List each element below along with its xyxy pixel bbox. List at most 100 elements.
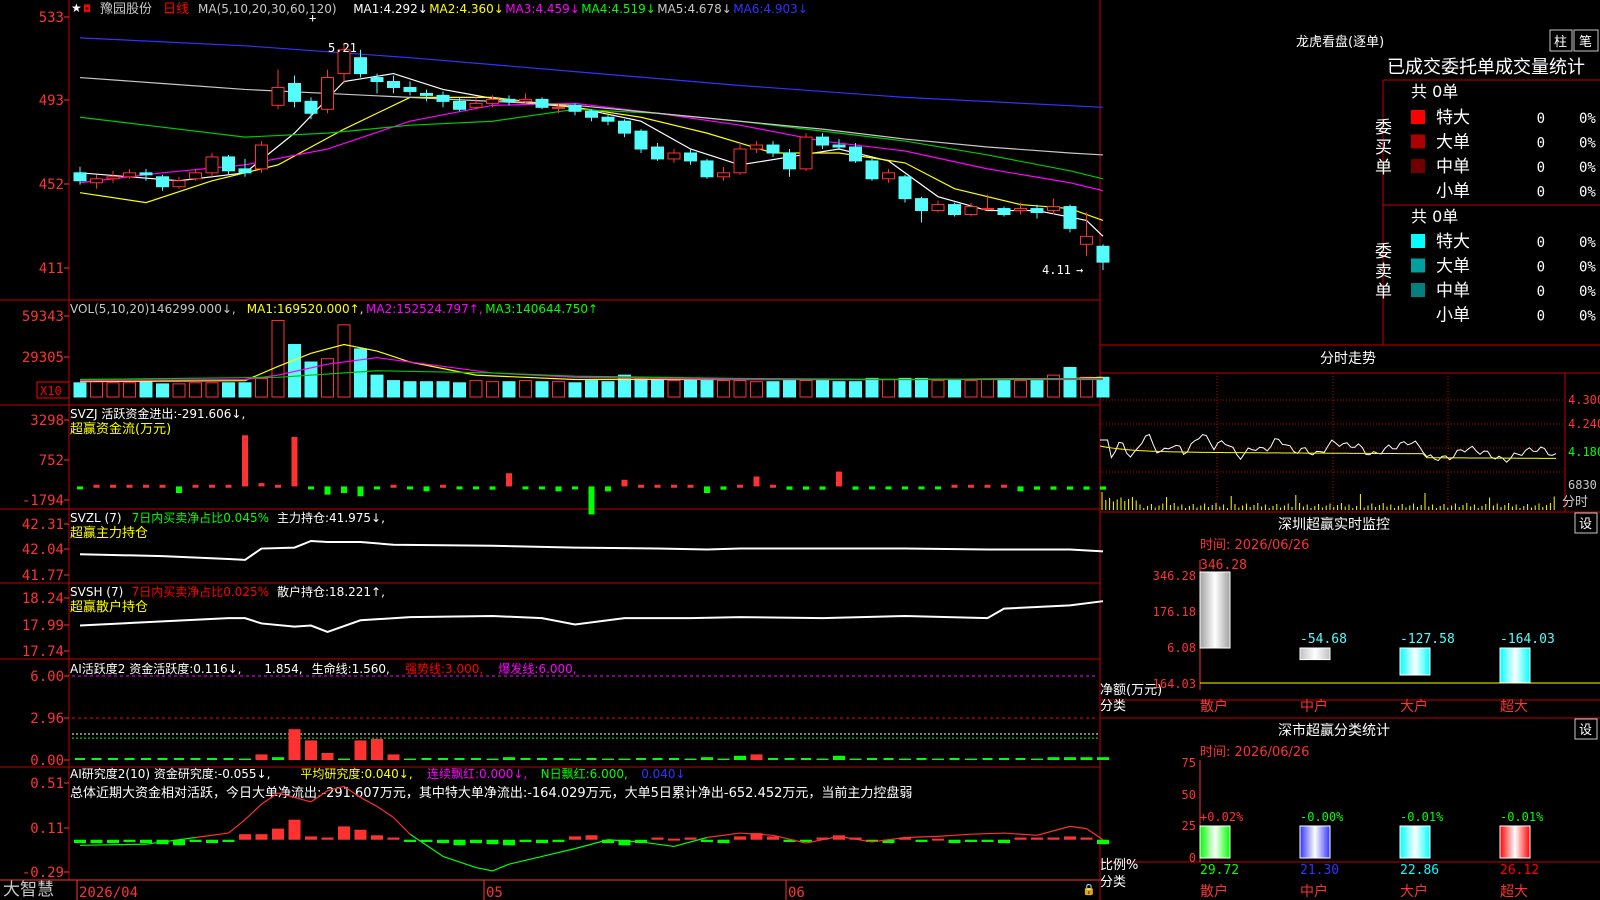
ai2-axis: 0.51 0.11 -0.29 bbox=[22, 776, 69, 881]
monitor-title: 深圳超赢实时监控 bbox=[1278, 516, 1390, 533]
ai2-bar bbox=[651, 837, 664, 840]
side-char: 委 bbox=[1371, 242, 1392, 259]
ai2-research-line bbox=[492, 863, 510, 872]
legend-swatch bbox=[1411, 110, 1425, 124]
legend-value: 0.025% bbox=[223, 585, 269, 599]
classify-bar bbox=[1399, 825, 1431, 859]
legend-value: 4.903↓ bbox=[763, 2, 807, 16]
kline-panel[interactable]: ★ ◘ 豫园股份 日线 MA(5,10,20,30,60,120) MA1:4.2… bbox=[39, 1, 1110, 277]
classify-setting-button[interactable]: 设 bbox=[1579, 723, 1592, 738]
ai1-bar bbox=[602, 758, 614, 760]
classify-bar-top: -0.01% bbox=[1400, 810, 1444, 824]
candle-body bbox=[750, 144, 763, 150]
ai2-research-line bbox=[393, 817, 411, 835]
legend-item: MA1:169520.000↑, bbox=[247, 302, 364, 316]
legend-label: MA3: bbox=[505, 2, 535, 16]
vol-bar bbox=[73, 382, 87, 398]
vol-bar bbox=[1080, 376, 1093, 398]
legend-value: 6.000, bbox=[590, 767, 628, 781]
sell-row-pct: 0% bbox=[1579, 235, 1596, 251]
ai1-bar bbox=[1080, 757, 1093, 760]
vol-bar bbox=[502, 381, 516, 398]
classify-panel[interactable]: 深市超赢分类统计 设 时间: 2026/06/26 75 50 25 0 +0.02%… bbox=[1100, 718, 1598, 900]
legend-item: 7日内买卖净占比0.045% bbox=[132, 510, 269, 525]
vol-bar bbox=[601, 381, 615, 398]
classify-title: 深市超赢分类统计 bbox=[1278, 722, 1390, 739]
ai2-bar bbox=[1080, 837, 1093, 840]
ai1-bar bbox=[255, 754, 268, 760]
axis-label: 18.24 bbox=[22, 591, 64, 607]
ai2-bar bbox=[222, 839, 235, 842]
ai1-axis: 6.00 2.96 0.00 bbox=[30, 669, 1098, 769]
ai2-bar bbox=[255, 834, 268, 840]
legend-label: 生命线: bbox=[312, 661, 352, 676]
vol-bar bbox=[865, 377, 879, 398]
legend-item: MA3:140644.750↑ bbox=[485, 302, 598, 316]
legend-label: 超赢主力持仓 bbox=[70, 525, 148, 541]
svzl-panel[interactable]: SVZL (7) 7日内买卖净占比0.045% 主力持仓:41.975↓, 超赢主力持… bbox=[22, 510, 1104, 584]
buy-row-label: 大单 bbox=[1436, 133, 1470, 153]
axis-label: 17.99 bbox=[22, 618, 64, 634]
ai-activity-panel[interactable]: AI活跃度2 资金活跃度:0.116↓, 1.854, 生命线:1.560, 强势线:… bbox=[30, 661, 1109, 769]
candle-body bbox=[799, 136, 813, 170]
candle-body bbox=[205, 156, 219, 174]
brand-label[interactable]: 大智慧 bbox=[3, 880, 54, 900]
ai2-bar bbox=[90, 839, 103, 844]
monitor-setting-button[interactable]: 设 bbox=[1579, 517, 1592, 532]
axis-label: 493 bbox=[39, 93, 64, 109]
intraday-grid bbox=[1100, 373, 1565, 512]
svsh-holding-line bbox=[79, 600, 1104, 633]
vol-bar bbox=[90, 381, 103, 398]
ai-research-panel[interactable]: AI研究度2(10) 资金研究度:-0.055↓, 平均研究度:0.040↓, 连续… bbox=[22, 766, 1109, 881]
lhb-bar-button[interactable]: 柱 bbox=[1554, 35, 1567, 50]
favorite-star-icon[interactable]: ★ bbox=[71, 1, 82, 15]
legend-value: 4.678↓ bbox=[687, 2, 731, 16]
ai2-legend: AI研究度2(10) 资金研究度:-0.055↓, 平均研究度:0.040↓, 连续… bbox=[70, 766, 686, 781]
axis-label: 6.00 bbox=[30, 669, 64, 685]
svzj-bar bbox=[275, 484, 281, 488]
svzj-panel[interactable]: SVZJ 活跃资金进出:-291.606↓,超赢资金流(万元) 3298752-… bbox=[22, 406, 1106, 515]
candle-body bbox=[1080, 235, 1093, 245]
svzj-bar bbox=[671, 484, 677, 488]
classify-axis-label: 50 bbox=[1182, 788, 1196, 802]
svzj-bar bbox=[638, 484, 644, 488]
ai2-bar bbox=[503, 839, 515, 846]
svzj-bar bbox=[192, 484, 199, 488]
lock-icon[interactable]: 🔒 bbox=[1082, 883, 1096, 896]
candle-body bbox=[700, 160, 714, 178]
intraday-panel[interactable]: 分时走势 4.300 4.240 4.180 6830 分时 bbox=[1099, 351, 1600, 512]
candle-body bbox=[436, 94, 450, 102]
candle-body bbox=[304, 100, 318, 114]
sell-row-pct: 0% bbox=[1579, 260, 1596, 276]
svzj-bar bbox=[77, 486, 83, 490]
svzj-bar bbox=[885, 486, 892, 490]
ai1-bar bbox=[520, 758, 531, 760]
candle-body bbox=[832, 144, 846, 148]
candle-body bbox=[783, 152, 796, 170]
lhb-line-button[interactable]: 笔 bbox=[1579, 34, 1592, 50]
ai1-bar bbox=[784, 758, 795, 760]
legend-value: 4.292↓ bbox=[383, 2, 427, 16]
ai1-bar bbox=[471, 758, 481, 760]
ai1-bar bbox=[768, 758, 778, 760]
candle-body bbox=[1014, 208, 1027, 212]
svsh-panel[interactable]: SVSH (7) 7日内买卖净占比0.025% 散户持仓:18.221↑, 超赢散户持… bbox=[22, 584, 1104, 660]
ai2-bar bbox=[305, 836, 317, 840]
ai1-bar bbox=[124, 758, 135, 760]
period-label[interactable]: 日线 bbox=[163, 2, 189, 17]
svzj-bar bbox=[852, 486, 859, 490]
sell-row-count: 0 bbox=[1537, 284, 1545, 300]
ai2-research-line bbox=[640, 841, 675, 848]
svzj-bars bbox=[77, 435, 1106, 515]
classify-xlabel: 分类 bbox=[1100, 875, 1126, 890]
ai2-bar bbox=[189, 839, 202, 842]
axis-label: 2.96 bbox=[30, 711, 64, 727]
volume-panel[interactable]: VOL(5,10,20)146299.000↓, MA1:169520.000↑,… bbox=[22, 302, 1110, 399]
ai1-bar bbox=[108, 758, 118, 760]
monitor-bar bbox=[1499, 647, 1531, 684]
svzj-bar bbox=[473, 486, 479, 490]
monitor-panel[interactable]: 深圳超赢实时监控 设 时间: 2026/06/26 346.28 176.18 6.… bbox=[1100, 512, 1600, 715]
monitor-axis-label: 176.18 bbox=[1153, 605, 1196, 619]
intraday-axis: 4.300 4.240 4.180 6830 bbox=[1568, 393, 1600, 492]
sell-side-label: 委卖单 bbox=[1371, 242, 1392, 299]
